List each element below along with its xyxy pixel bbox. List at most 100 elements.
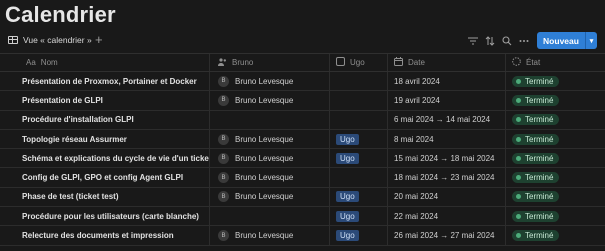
cell-ugo[interactable] [330,91,388,110]
table-row[interactable]: Phase de test (ticket test) B Bruno Levesq… [0,187,605,208]
sort-icon[interactable] [482,33,498,49]
row-title[interactable]: Procédure pour les utilisateurs (carte b… [22,212,199,221]
table-row[interactable]: Présentation de Proxmox, Portainer et Do… [0,72,605,92]
cell-ugo[interactable]: Ugo [330,129,388,149]
filter-icon[interactable] [465,33,481,49]
cell-date[interactable]: 22 mai 2024 [388,207,506,226]
person-chip: B Bruno Levesque [218,230,293,242]
row-title[interactable]: Config de GLPI, GPO et config Agent GLPI [22,173,183,182]
cell-etat[interactable]: Terminé [506,188,605,206]
person-name: Bruno Levesque [235,134,294,144]
cell-etat[interactable]: Terminé [506,149,605,167]
person-name: Bruno Levesque [235,76,294,86]
page-title: Calendrier [5,2,116,27]
cell-bruno[interactable] [210,207,330,226]
table-row[interactable]: Schéma et explications du cycle de vie d… [0,149,605,169]
column-header-bruno[interactable]: Bruno [210,54,330,71]
cell-name[interactable]: Procédure pour les utilisateurs (carte b… [0,207,210,226]
cell-etat[interactable]: Terminé [506,130,605,148]
cell-etat[interactable]: Terminé [506,207,605,225]
cell-name[interactable]: Topologie réseau Assurmer [0,129,210,149]
cell-bruno[interactable]: B Bruno Levesque [210,91,330,110]
cell-date[interactable]: 26 mai 2024 → 27 mai 2024 [388,226,506,245]
cell-ugo[interactable] [330,168,388,187]
cell-ugo[interactable]: Ugo [330,207,388,226]
row-title[interactable]: Topologie réseau Assurmer [22,135,127,144]
status-icon [512,57,521,68]
status-label: Terminé [525,231,554,241]
cell-date[interactable]: 18 mai 2024 → 23 mai 2024 [388,168,506,187]
row-title[interactable]: Schéma et explications du cycle de vie d… [22,154,209,163]
cell-bruno[interactable] [210,110,330,129]
person-chip: B Bruno Levesque [218,75,294,87]
cell-bruno[interactable]: B Bruno Levesque [210,168,330,187]
cell-ugo[interactable]: Ugo [330,226,388,245]
cell-bruno[interactable]: B Bruno Levesque [210,149,330,168]
cell-bruno[interactable]: B Bruno Levesque [210,187,330,207]
cell-date[interactable]: 19 avril 2024 [388,91,506,110]
table-row[interactable]: Procédure d'installation GLPI 6 mai 2024 … [0,110,605,130]
cell-etat[interactable]: Terminé [506,72,605,90]
row-title[interactable]: Présentation de GLPI [22,96,103,105]
cell-date[interactable]: 8 mai 2024 [388,129,506,149]
date-value: 20 mai 2024 [394,192,439,202]
status-dot-icon [516,78,521,84]
avatar: B [218,172,229,184]
column-header-etat[interactable]: État [506,54,605,71]
cell-ugo[interactable]: Ugo [330,187,388,207]
row-title[interactable]: Phase de test (ticket test) [22,192,118,201]
new-button[interactable]: Nouveau ▾ [537,32,597,49]
status-label: Terminé [525,153,554,163]
cell-name[interactable]: Schéma et explications du cycle de vie d… [0,149,210,168]
cell-etat[interactable]: Terminé [506,91,605,109]
row-title[interactable]: Procédure d'installation GLPI [22,115,134,124]
column-header-name[interactable]: Aa Nom [0,54,210,71]
row-title[interactable]: Relecture des documents et impression [22,231,174,240]
table-row[interactable]: Config de GLPI, GPO et config Agent GLPI… [0,168,605,188]
table-row[interactable]: Relecture des documents et impression B Br… [0,226,605,246]
table-row[interactable]: Procédure pour les utilisateurs (carte b… [0,207,605,227]
person-chip: B Bruno Levesque [218,94,293,106]
row-title[interactable]: Présentation de Proxmox, Portainer et Do… [22,77,197,86]
cell-date[interactable]: 20 mai 2024 [388,187,506,207]
search-icon[interactable] [499,33,515,49]
chevron-down-icon[interactable]: ▾ [585,32,597,49]
date-value: 15 mai 2024 → 18 mai 2024 [394,153,495,163]
status-badge: Terminé [512,152,560,164]
cell-bruno[interactable]: B Bruno Levesque [210,72,330,91]
cell-date[interactable]: 6 mai 2024 → 14 mai 2024 [388,110,506,129]
cell-bruno[interactable]: B Bruno Levesque [210,226,330,245]
cell-ugo[interactable]: Ugo [330,149,388,168]
cell-name[interactable]: Présentation de Proxmox, Portainer et Do… [0,72,210,91]
ugo-tag: Ugo [336,191,359,203]
date-value: 6 mai 2024 → 14 mai 2024 [394,115,491,125]
cell-date[interactable]: 15 mai 2024 → 18 mai 2024 [388,149,506,168]
table-body: Présentation de Proxmox, Portainer et Do… [0,72,605,246]
cell-bruno[interactable]: B Bruno Levesque [210,129,330,149]
cell-name[interactable]: Phase de test (ticket test) [0,187,210,207]
database-table: Aa Nom Bruno Ugo Date État Présentation … [0,53,605,246]
column-header-date[interactable]: Date [388,54,506,71]
status-dot-icon [516,155,521,161]
cell-name[interactable]: Relecture des documents et impression [0,226,210,245]
cell-date[interactable]: 18 avril 2024 [388,72,506,91]
cell-name[interactable]: Procédure d'installation GLPI [0,110,210,129]
person-name: Bruno Levesque [235,153,294,163]
cell-name[interactable]: Présentation de GLPI [0,91,210,110]
add-view-button[interactable]: + [95,32,103,47]
column-header-ugo[interactable]: Ugo [330,54,388,71]
table-row[interactable]: Présentation de GLPI B Bruno Levesque 19 av… [0,91,605,111]
more-icon[interactable] [516,33,532,49]
cell-etat[interactable]: Terminé [506,111,605,129]
person-chip: B Bruno Levesque [218,172,293,184]
status-dot-icon [516,213,521,219]
cell-name[interactable]: Config de GLPI, GPO et config Agent GLPI [0,168,210,187]
view-tab-calendrier[interactable]: Vue « calendrier » [8,35,92,45]
person-chip: B Bruno Levesque [218,152,294,164]
cell-ugo[interactable] [330,72,388,91]
cell-etat[interactable]: Terminé [506,226,605,244]
table-row[interactable]: Topologie réseau Assurmer B Bruno Levesque… [0,129,605,150]
date-value: 22 mai 2024 [394,211,439,221]
cell-etat[interactable]: Terminé [506,168,605,186]
cell-ugo[interactable] [330,110,388,129]
